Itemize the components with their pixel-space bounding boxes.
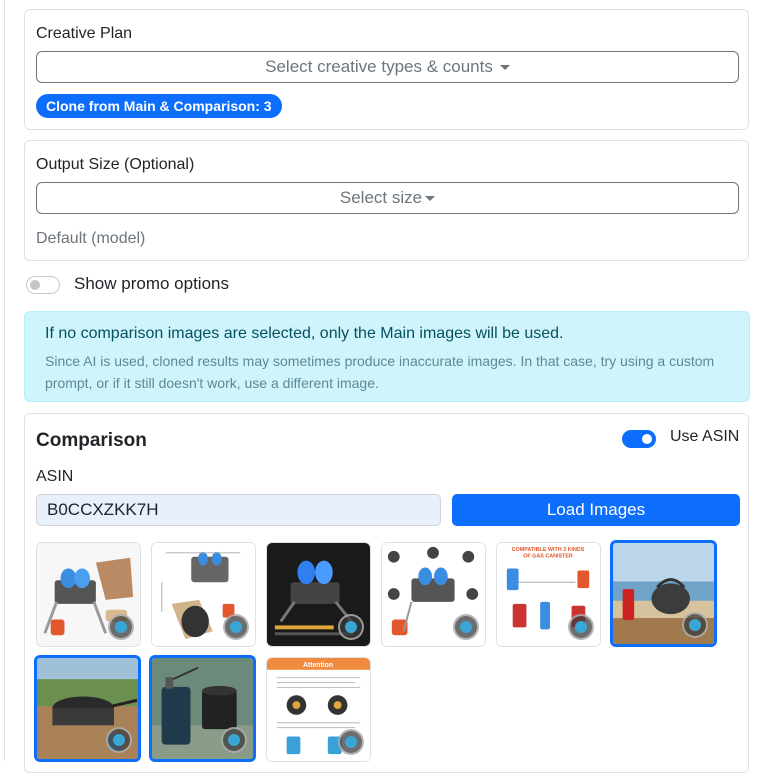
clone-count-badge[interactable]: Clone from Main & Comparison: 3 — [36, 94, 282, 118]
comparison-card: Comparison Use ASIN ASIN Load Images — [24, 413, 749, 773]
toggle-knob — [30, 280, 40, 290]
promo-options-label: Show promo options — [74, 274, 229, 293]
comparison-title: Comparison — [36, 430, 147, 451]
comparison-image-5[interactable]: COMPATIBLE WITH 3 KINDS OF GAS CANISTER — [496, 542, 601, 647]
use-asin-label: Use ASIN — [670, 428, 740, 445]
left-divider — [4, 0, 5, 761]
select-indicator — [338, 729, 364, 755]
comparison-image-7[interactable] — [34, 655, 141, 762]
comparison-image-1[interactable] — [36, 542, 141, 647]
compatible-caption-line-2: OF GAS CANISTER — [523, 554, 573, 560]
creative-types-placeholder: Select creative types & counts — [265, 57, 493, 76]
chevron-down-icon — [425, 195, 436, 201]
size-dropdown[interactable]: Select size — [36, 182, 739, 214]
comparison-image-6[interactable] — [610, 540, 717, 647]
attention-caption: Attention — [303, 662, 333, 669]
default-size-text: Default (model) — [36, 230, 146, 247]
load-images-button[interactable]: Load Images — [452, 494, 740, 526]
comparison-image-8[interactable] — [149, 655, 256, 762]
asin-label: ASIN — [36, 468, 74, 485]
output-size-card: Output Size (Optional) Select size Defau… — [24, 140, 749, 261]
promo-options-toggle[interactable] — [26, 276, 60, 294]
select-indicator — [453, 614, 479, 640]
asin-input[interactable] — [36, 494, 441, 526]
info-alert: If no comparison images are selected, on… — [24, 311, 750, 402]
creative-types-dropdown[interactable]: Select creative types & counts — [36, 51, 739, 83]
toggle-knob — [642, 434, 652, 444]
alert-sub-text: Since AI is used, cloned results may som… — [45, 353, 715, 391]
select-indicator — [338, 614, 364, 640]
use-asin-toggle[interactable] — [622, 430, 656, 448]
compatible-caption-line-1: COMPATIBLE WITH 3 KINDS — [512, 547, 585, 553]
select-indicator — [106, 727, 132, 753]
comparison-image-9[interactable]: Attention — [266, 657, 371, 762]
creative-plan-label: Creative Plan — [36, 25, 133, 42]
alert-main-text: If no comparison images are selected, on… — [45, 325, 564, 342]
creative-plan-card: Creative Plan Select creative types & co… — [24, 9, 749, 130]
comparison-image-4[interactable] — [381, 542, 486, 647]
select-indicator — [568, 614, 594, 640]
select-indicator — [108, 614, 134, 640]
chevron-down-icon — [499, 64, 510, 70]
output-size-label: Output Size (Optional) — [36, 156, 195, 173]
size-placeholder: Select size — [339, 188, 423, 207]
select-indicator — [221, 727, 247, 753]
comparison-image-2[interactable] — [151, 542, 256, 647]
select-indicator — [223, 614, 249, 640]
select-indicator — [682, 612, 708, 638]
comparison-image-3[interactable] — [266, 542, 371, 647]
